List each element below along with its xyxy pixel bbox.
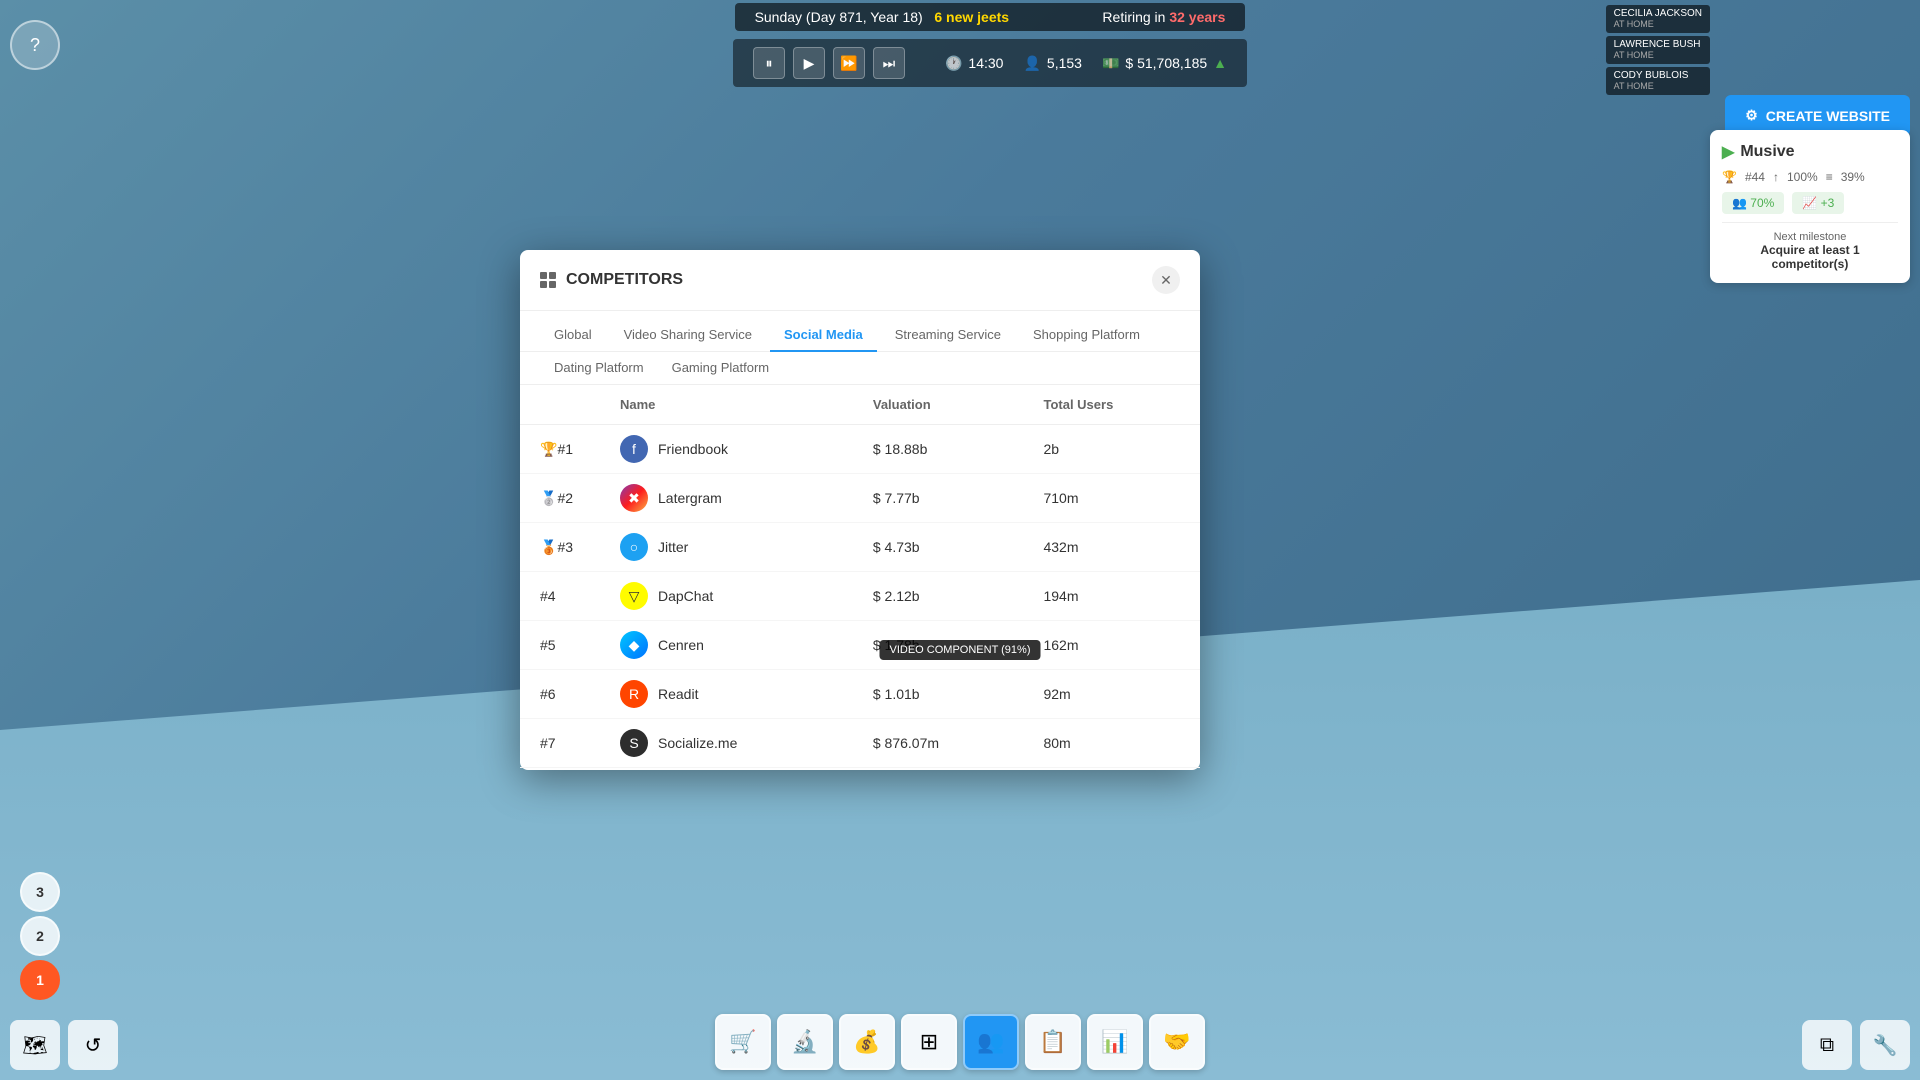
tab-social-media[interactable]: Social Media <box>770 319 877 352</box>
company-logo: f <box>620 435 648 463</box>
trophy-silver-icon: 🥈 <box>540 490 557 506</box>
tab-dating[interactable]: Dating Platform <box>540 352 658 385</box>
valuation-cell: $ 1.01b <box>853 670 1024 719</box>
company-logo: S <box>620 729 648 757</box>
users-cell: 92m <box>1023 670 1200 719</box>
name-cell: ◆ Cenren <box>600 621 853 670</box>
table-row: #8 M MeetyMe $ 257.42m 24m <box>520 768 1200 771</box>
users-cell: 24m <box>1023 768 1200 771</box>
tab-streaming[interactable]: Streaming Service <box>881 319 1015 352</box>
valuation-cell: $ 2.12b <box>853 572 1024 621</box>
rank-cell: 🏆#1 <box>520 425 600 474</box>
col-valuation: Valuation <box>853 385 1024 425</box>
grid-icon <box>540 272 556 288</box>
table-row: #4 ▽ DapChat $ 2.12b 194m <box>520 572 1200 621</box>
tab-gaming[interactable]: Gaming Platform <box>658 352 784 385</box>
company-logo: R <box>620 680 648 708</box>
table-row: 🥉#3 ○ Jitter $ 4.73b 432m <box>520 523 1200 572</box>
table-row: 🥈#2 ✖ Latergram $ 7.77b 710m <box>520 474 1200 523</box>
competitors-modal: COMPETITORS ✕ Global Video Sharing Servi… <box>520 250 1200 770</box>
company-logo: ○ <box>620 533 648 561</box>
rank-cell: #8 <box>520 768 600 771</box>
rank-cell: #7 <box>520 719 600 768</box>
users-cell: 2b <box>1023 425 1200 474</box>
name-cell: R Readit <box>600 670 853 719</box>
company-name: Readit <box>658 686 698 702</box>
company-name: DapChat <box>658 588 713 604</box>
tab-video-sharing[interactable]: Video Sharing Service <box>610 319 766 352</box>
table-row: #6 R Readit $ 1.01b 92m <box>520 670 1200 719</box>
valuation-cell: $ 257.42m <box>853 768 1024 771</box>
name-cell: ○ Jitter <box>600 523 853 572</box>
modal-body: Name Valuation Total Users 🏆#1 f Friendb… <box>520 385 1200 770</box>
table-row: 🏆#1 f Friendbook $ 18.88b 2b <box>520 425 1200 474</box>
competitors-table: Name Valuation Total Users 🏆#1 f Friendb… <box>520 385 1200 770</box>
video-component-tooltip: VIDEO COMPONENT (91%) <box>880 640 1041 660</box>
company-logo: ◆ <box>620 631 648 659</box>
col-name: Name <box>600 385 853 425</box>
rank-cell: 🥉#3 <box>520 523 600 572</box>
rank-cell: 🥈#2 <box>520 474 600 523</box>
col-rank <box>520 385 600 425</box>
tab-shopping[interactable]: Shopping Platform <box>1019 319 1154 352</box>
modal-close-button[interactable]: ✕ <box>1152 266 1180 294</box>
modal-tabs-row2: Dating Platform Gaming Platform <box>520 352 1200 385</box>
company-name: Jitter <box>658 539 688 555</box>
name-cell: S Socialize.me <box>600 719 853 768</box>
users-cell: 432m <box>1023 523 1200 572</box>
name-cell: M MeetyMe <box>600 768 853 771</box>
trophy-gold-icon: 🏆 <box>540 441 557 457</box>
rank-cell: #6 <box>520 670 600 719</box>
name-cell: ✖ Latergram <box>600 474 853 523</box>
valuation-cell: $ 18.88b <box>853 425 1024 474</box>
valuation-cell: $ 4.73b <box>853 523 1024 572</box>
rank-cell: #5 <box>520 621 600 670</box>
trophy-bronze-icon: 🥉 <box>540 539 557 555</box>
table-row: #5 ◆ Cenren $ 1.78b 162m <box>520 621 1200 670</box>
valuation-cell: $ 7.77b <box>853 474 1024 523</box>
modal-title-text: COMPETITORS <box>566 271 683 289</box>
company-name: Socialize.me <box>658 735 737 751</box>
name-cell: f Friendbook <box>600 425 853 474</box>
users-cell: 710m <box>1023 474 1200 523</box>
modal-header: COMPETITORS ✕ <box>520 250 1200 311</box>
valuation-cell: $ 876.07m <box>853 719 1024 768</box>
modal-tabs: Global Video Sharing Service Social Medi… <box>520 311 1200 352</box>
table-row: #7 S Socialize.me $ 876.07m 80m <box>520 719 1200 768</box>
rank-cell: #4 <box>520 572 600 621</box>
users-cell: 80m <box>1023 719 1200 768</box>
modal-title: COMPETITORS <box>540 271 683 289</box>
company-logo: ✖ <box>620 484 648 512</box>
company-name: Cenren <box>658 637 704 653</box>
company-logo: ▽ <box>620 582 648 610</box>
company-name: Friendbook <box>658 441 728 457</box>
users-cell: 162m <box>1023 621 1200 670</box>
modal-overlay: COMPETITORS ✕ Global Video Sharing Servi… <box>0 0 1920 1080</box>
users-cell: 194m <box>1023 572 1200 621</box>
company-name: Latergram <box>658 490 722 506</box>
tab-global[interactable]: Global <box>540 319 606 352</box>
name-cell: ▽ DapChat <box>600 572 853 621</box>
col-users: Total Users <box>1023 385 1200 425</box>
